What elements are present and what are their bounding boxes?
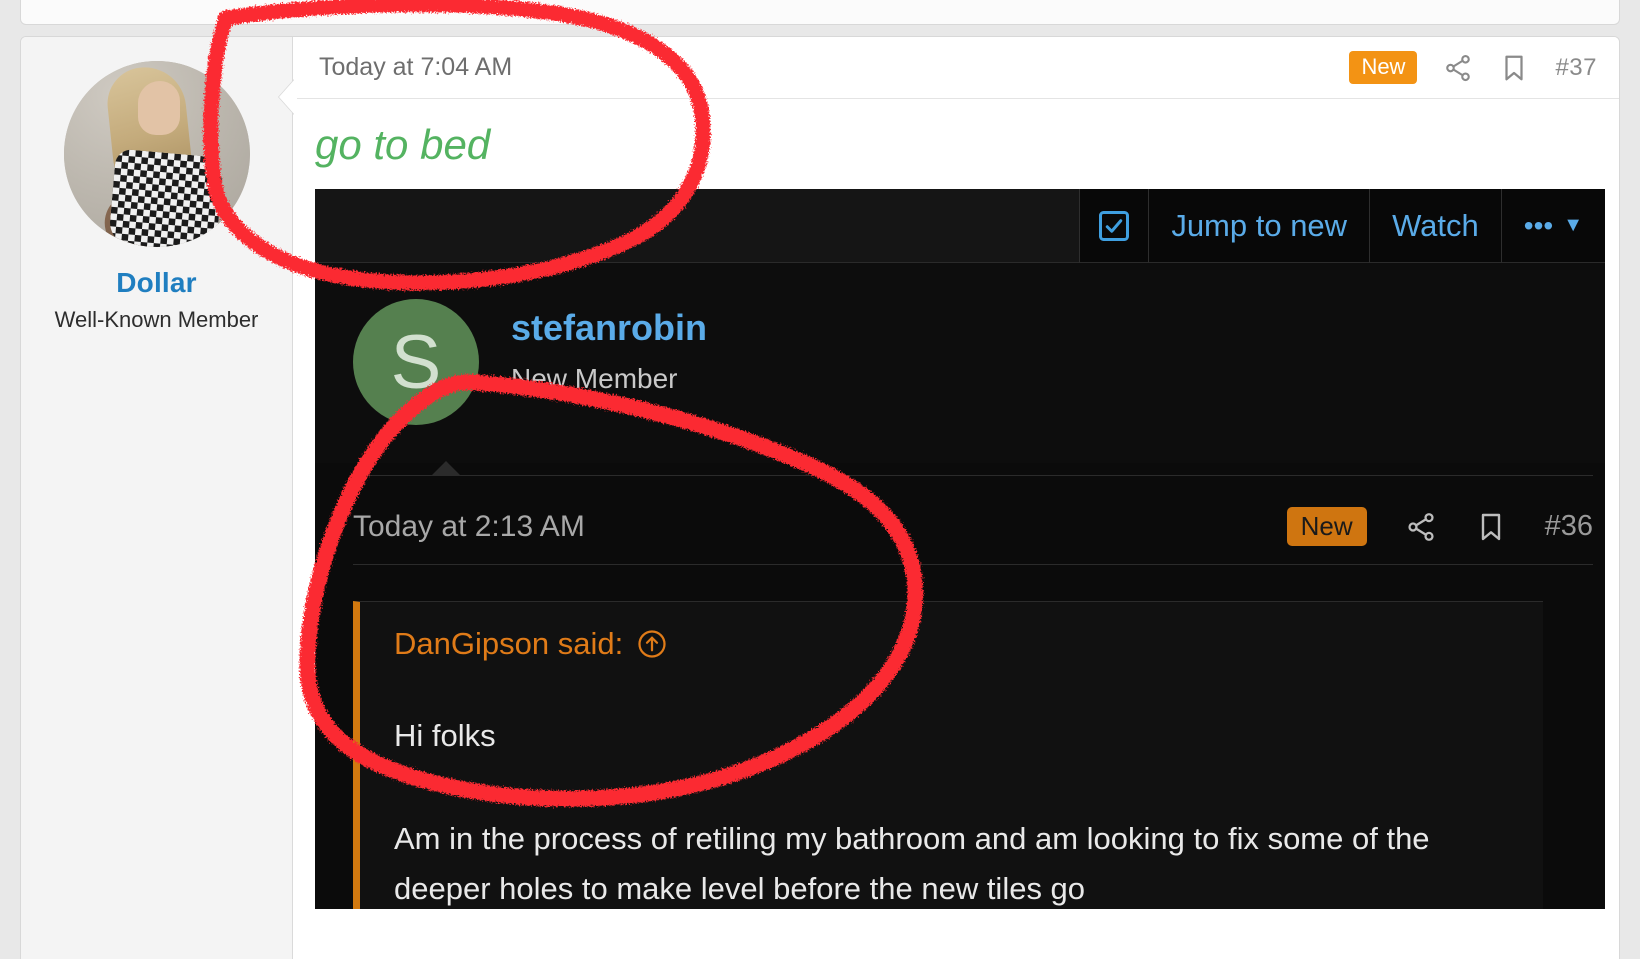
post-body: go to bed Jump to new Watch ••• ▼ S stef… (293, 99, 1619, 910)
embedded-post-header: Today at 2:13 AM New #36 (353, 489, 1593, 566)
previous-post-card (20, 0, 1620, 25)
embedded-toolbar: Jump to new Watch ••• ▼ (315, 189, 1605, 264)
post-user-column: Dollar Well-Known Member (21, 37, 293, 959)
avatar-photo-face (137, 81, 180, 135)
arrow-up-circle-icon[interactable] (637, 629, 667, 659)
embedded-status-badge-new: New (1286, 507, 1367, 547)
checkbox-checked-icon[interactable] (1079, 189, 1149, 264)
toolbar-spacer (315, 189, 1080, 264)
quote-body-text: Am in the process of retiling my bathroo… (394, 821, 1430, 907)
more-dots-label: ••• (1523, 209, 1554, 241)
bookmark-icon[interactable] (1499, 53, 1529, 83)
embedded-share-icon[interactable] (1405, 511, 1437, 543)
embedded-quote-block: DanGipson said: Hi folks Am in the proce… (353, 601, 1543, 910)
quote-attribution[interactable]: DanGipson said: (394, 626, 1543, 662)
speech-bubble-arrow (279, 79, 295, 115)
embedded-post-number[interactable]: #36 (1545, 510, 1593, 543)
chevron-down-icon: ▼ (1563, 214, 1583, 237)
jump-to-new-button[interactable]: Jump to new (1148, 189, 1370, 264)
post-author-name[interactable]: Dollar (21, 267, 292, 299)
embedded-bubble-notch (431, 461, 461, 477)
post-message-text: go to bed (315, 121, 491, 168)
embedded-user-info: stefanrobin New Member (511, 299, 707, 395)
embedded-screenshot-image[interactable]: Jump to new Watch ••• ▼ S stefanrobin Ne… (315, 189, 1605, 910)
more-options-button[interactable]: ••• ▼ (1500, 189, 1605, 264)
screenshot-stage: Dollar Well-Known Member Today at 7:04 A… (0, 0, 1640, 959)
post-card: Dollar Well-Known Member Today at 7:04 A… (20, 36, 1620, 959)
embedded-author-name[interactable]: stefanrobin (511, 307, 707, 349)
avatar-photo-dress (107, 148, 224, 247)
post-number[interactable]: #37 (1555, 54, 1597, 82)
avatar[interactable] (63, 61, 250, 247)
post-timestamp: Today at 7:04 AM (319, 53, 513, 81)
post-author-title: Well-Known Member (54, 307, 259, 332)
embedded-quoted-user-row: S stefanrobin New Member (315, 263, 1605, 464)
quote-author-label: DanGipson said: (394, 626, 624, 662)
embedded-bookmark-icon[interactable] (1475, 511, 1507, 543)
post-header-actions: New #37 (1349, 51, 1597, 84)
post-header: Today at 7:04 AM New #37 (297, 37, 1619, 99)
post-message-column: Today at 7:04 AM New #37 go to bed Jump … (279, 37, 1619, 959)
share-icon[interactable] (1443, 53, 1473, 83)
embedded-avatar[interactable]: S (353, 299, 479, 426)
embedded-post-actions: New #36 (1286, 507, 1593, 547)
embedded-divider (353, 475, 1593, 477)
quote-greeting: Hi folks (394, 718, 496, 754)
watch-button[interactable]: Watch (1369, 189, 1501, 264)
embedded-author-title: New Member (511, 363, 678, 395)
status-badge-new: New (1349, 51, 1418, 84)
embedded-post-timestamp: Today at 2:13 AM (353, 509, 585, 543)
